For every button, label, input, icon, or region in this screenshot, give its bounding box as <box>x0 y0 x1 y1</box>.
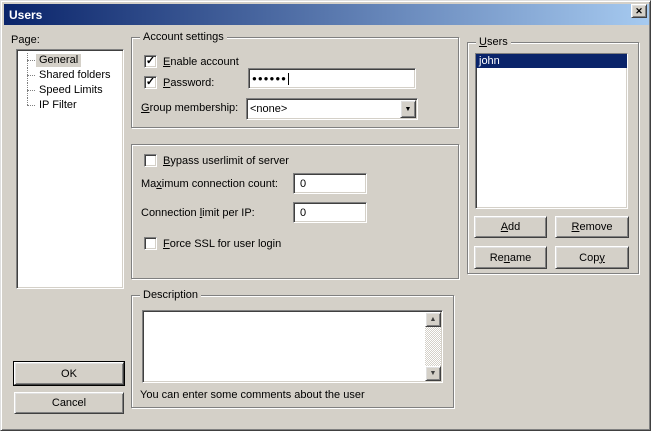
window-title: Users <box>4 8 42 22</box>
group-membership-label: Group membership: <box>141 102 238 114</box>
checkmark-icon: ✓ <box>146 56 155 67</box>
add-user-button[interactable]: Add <box>474 216 547 238</box>
account-settings-title: Account settings <box>140 31 227 43</box>
description-textarea[interactable] <box>145 313 426 380</box>
description-field-frame: ▲ ▼ <box>142 310 443 383</box>
password-checkbox[interactable]: ✓ <box>144 76 157 89</box>
text-caret <box>288 73 289 85</box>
tree-branch <box>19 98 36 113</box>
description-hint: You can enter some comments about the us… <box>140 389 365 401</box>
remove-user-button[interactable]: Remove <box>555 216 629 238</box>
tree-branch <box>19 68 36 83</box>
description-scrollbar[interactable]: ▲ ▼ <box>425 312 441 381</box>
tree-item-general[interactable]: General <box>19 53 121 68</box>
max-connection-label: Maximum connection count: <box>141 178 278 190</box>
users-dialog: Users ✕ Page: General Shared folders Spe… <box>0 0 651 431</box>
description-title: Description <box>140 289 201 301</box>
scroll-down-icon: ▼ <box>430 370 437 377</box>
title-bar[interactable]: Users <box>4 4 649 25</box>
tree-branch <box>19 83 36 98</box>
ok-button[interactable]: OK <box>14 362 124 385</box>
users-group-title: Users <box>476 36 511 48</box>
copy-user-button[interactable]: Copy <box>555 246 629 269</box>
bypass-userlimit-checkbox[interactable]: ✓ <box>144 154 157 167</box>
enable-account-checkbox[interactable]: ✓ <box>144 55 157 68</box>
bypass-userlimit-label[interactable]: Bypass userlimit of server <box>163 155 289 167</box>
checkmark-icon: ✓ <box>146 77 155 88</box>
user-list-item[interactable]: john <box>476 54 627 68</box>
page-label: Page: <box>11 34 40 46</box>
tree-item-shared-folders[interactable]: Shared folders <box>19 68 121 83</box>
close-button[interactable]: ✕ <box>631 4 647 18</box>
ip-limit-input[interactable] <box>293 202 367 223</box>
page-tree[interactable]: General Shared folders Speed Limits IP F… <box>16 49 124 289</box>
scroll-down-button[interactable]: ▼ <box>425 366 441 381</box>
tree-branch <box>19 53 36 68</box>
password-label[interactable]: Password: <box>163 77 214 89</box>
password-input[interactable]: ●●●●●● <box>248 68 416 89</box>
chevron-down-icon: ▼ <box>405 106 412 113</box>
close-icon: ✕ <box>635 7 643 16</box>
cancel-button[interactable]: Cancel <box>14 392 124 414</box>
users-listbox[interactable]: john <box>475 53 628 209</box>
force-ssl-checkbox[interactable]: ✓ <box>144 237 157 250</box>
enable-account-label[interactable]: Enable account <box>163 56 239 68</box>
tree-item-ip-filter[interactable]: IP Filter <box>19 98 121 113</box>
scroll-up-button[interactable]: ▲ <box>425 312 441 327</box>
rename-user-button[interactable]: Rename <box>474 246 547 269</box>
group-membership-select[interactable]: <none> ▼ <box>246 98 418 120</box>
ip-limit-label: Connection limit per IP: <box>141 207 255 219</box>
tree-item-speed-limits[interactable]: Speed Limits <box>19 83 121 98</box>
force-ssl-label[interactable]: Force SSL for user login <box>163 238 281 250</box>
dropdown-button[interactable]: ▼ <box>400 100 416 118</box>
max-connection-input[interactable] <box>293 173 367 194</box>
scroll-up-icon: ▲ <box>430 316 437 323</box>
